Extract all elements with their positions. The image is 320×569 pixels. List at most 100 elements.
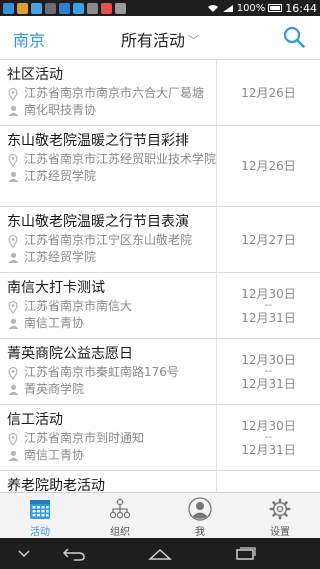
- date-end: 12月31日: [241, 376, 296, 391]
- back-arrow-icon: [62, 548, 85, 561]
- activity-title: 南信大打卡测试: [7, 280, 105, 296]
- user-icon: [8, 252, 18, 263]
- activity-organizer: 江苏经贸学院: [24, 169, 97, 183]
- user-icon: [8, 318, 18, 329]
- date-start: 12月30日: [241, 352, 296, 367]
- notification-app-icon: [17, 2, 28, 14]
- activity-item[interactable]: 菁英商院公益志愿日 江苏省南京市秦虹南路176号 菁英商学院 12月30日 --…: [0, 339, 320, 405]
- activity-title: 信工活动: [7, 412, 63, 428]
- activity-location: 江苏省南京市南京市六合大厂葛塘: [24, 86, 205, 100]
- activity-location: 江苏省南京市南信大: [24, 299, 133, 313]
- notification-app-icon: [101, 2, 112, 14]
- activity-organizer: 南信工青协: [24, 448, 85, 462]
- activity-item[interactable]: 东山敬老院温暖之行节目彩排 江苏省南京市江苏经贸职业技术学院 江苏经贸学院 12…: [0, 126, 320, 207]
- activity-date: [216, 471, 320, 492]
- signal-icon: [222, 4, 233, 12]
- chevron-down-icon: [18, 550, 30, 558]
- activity-organizer: 江苏经贸学院: [24, 250, 97, 264]
- notification-app-icon: [45, 2, 56, 14]
- location-pin-icon: [8, 433, 18, 446]
- calendar-grid-icon: [30, 500, 50, 519]
- date-separator: --: [264, 365, 273, 377]
- person-icon: [188, 497, 212, 521]
- page-title: 所有活动: [120, 31, 185, 50]
- activity-organizer: 南信工青协: [24, 316, 85, 330]
- location-pin-icon: [8, 301, 18, 314]
- tab-me[interactable]: 我: [160, 493, 240, 538]
- date-start: 12月26日: [241, 159, 296, 173]
- activity-title: 社区活动: [7, 67, 63, 83]
- tab-organizations[interactable]: 组织: [80, 493, 160, 538]
- recent-apps-button[interactable]: [232, 544, 260, 564]
- hide-keyboard-button[interactable]: [14, 544, 34, 564]
- activity-item[interactable]: 东山敬老院温暖之行节目表演 江苏省南京市江宁区东山敬老院 江苏经贸学院 12月2…: [0, 207, 320, 273]
- search-icon[interactable]: [282, 25, 306, 49]
- date-end: 12月31日: [241, 310, 296, 325]
- clock: 16:44: [285, 1, 317, 15]
- activity-title: 东山敬老院温暖之行节目表演: [7, 214, 189, 230]
- tab-activities[interactable]: 活动: [0, 493, 80, 538]
- notification-app-icon: [115, 2, 126, 14]
- date-separator: --: [264, 431, 273, 443]
- date-separator: --: [264, 299, 273, 311]
- tab-label: 设置: [270, 527, 290, 538]
- notification-app-icon: [31, 2, 42, 14]
- tab-label: 我: [195, 527, 205, 538]
- recent-apps-icon: [236, 547, 256, 560]
- notification-app-icon: [3, 2, 14, 14]
- app-header: 南京 所有活动 ﹀: [0, 16, 320, 60]
- activity-title: 东山敬老院温暖之行节目彩排: [7, 133, 189, 149]
- user-icon: [8, 450, 18, 461]
- activity-date: 12月27日: [216, 207, 320, 272]
- activity-item[interactable]: 社区活动 江苏省南京市南京市六合大厂葛塘 南化职技青协 12月26日: [0, 60, 320, 126]
- date-start: 12月30日: [241, 286, 296, 301]
- home-button[interactable]: [146, 544, 174, 564]
- activity-date: 12月26日: [216, 60, 320, 125]
- activity-item[interactable]: 养老院助老活动: [0, 471, 320, 492]
- location-pin-icon: [8, 88, 18, 101]
- bottom-tab-bar: 活动 组织 我 设置: [0, 492, 320, 538]
- activity-location: 江苏省南京市江苏经贸职业技术学院: [24, 152, 217, 166]
- notification-app-icon: [87, 2, 98, 14]
- activity-organizer: 南化职技青协: [24, 103, 97, 117]
- activity-location: 江苏省南京市江宁区东山敬老院: [24, 233, 193, 247]
- activity-title: 菁英商院公益志愿日: [7, 346, 133, 362]
- user-icon: [8, 384, 18, 395]
- date-start: 12月27日: [241, 232, 296, 247]
- activity-title: 养老院助老活动: [7, 478, 105, 492]
- back-button[interactable]: [60, 544, 88, 564]
- activity-list[interactable]: 社区活动 江苏省南京市南京市六合大厂葛塘 南化职技青协 12月26日 东山敬老院…: [0, 60, 320, 492]
- activity-item[interactable]: 信工活动 江苏省南京市到时通知 南信工青协 12月30日 -- 12月31日: [0, 405, 320, 471]
- date-start: 12月30日: [241, 418, 296, 433]
- wifi-icon: [207, 4, 218, 12]
- tab-settings[interactable]: 设置: [240, 493, 320, 538]
- location-pin-icon: [8, 235, 18, 248]
- activity-item[interactable]: 南信大打卡测试 江苏省南京市南信大 南信工青协 12月30日 -- 12月31日: [0, 273, 320, 339]
- activity-date: 12月30日 -- 12月31日: [216, 339, 320, 404]
- activity-date: 12月26日: [216, 126, 320, 206]
- activity-date: 12月30日 -- 12月31日: [216, 405, 320, 470]
- user-icon: [8, 171, 18, 182]
- activity-location: 江苏省南京市到时通知: [24, 431, 145, 445]
- notification-icons: [3, 2, 126, 14]
- notification-app-icon: [59, 2, 70, 14]
- battery-percent: 100%: [236, 2, 266, 14]
- activity-filter-dropdown[interactable]: 所有活动 ﹀: [0, 27, 320, 51]
- activity-organizer: 菁英商学院: [24, 382, 85, 396]
- gear-icon: [269, 498, 291, 520]
- chevron-down-icon: ﹀: [188, 34, 199, 47]
- org-chart-icon: [109, 498, 131, 519]
- home-icon: [148, 548, 172, 560]
- tab-label: 活动: [30, 527, 50, 538]
- user-icon: [8, 105, 18, 116]
- location-pin-icon: [8, 154, 18, 167]
- location-pin-icon: [8, 367, 18, 380]
- activity-date: 12月30日 -- 12月31日: [216, 273, 320, 338]
- notification-app-icon: [73, 2, 84, 14]
- status-bar: 100% 16:44: [0, 0, 320, 16]
- system-navigation-bar: [0, 538, 320, 569]
- activity-location: 江苏省南京市秦虹南路176号: [24, 365, 179, 379]
- battery-icon: [268, 4, 283, 12]
- date-start: 12月26日: [241, 85, 296, 100]
- tab-label: 组织: [110, 527, 130, 538]
